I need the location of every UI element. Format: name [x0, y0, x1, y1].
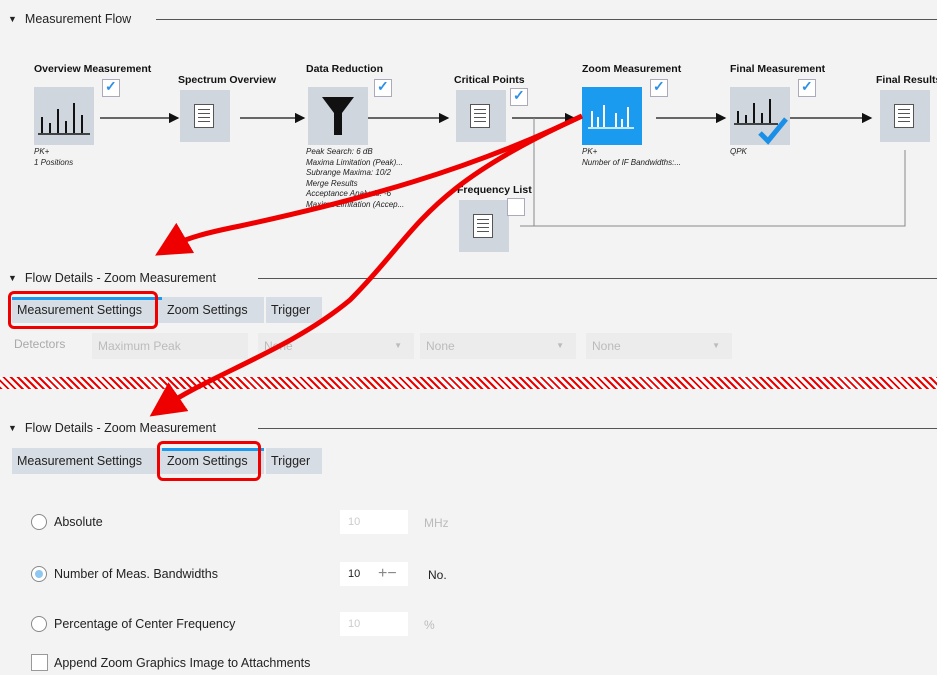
include-checkbox[interactable]	[650, 78, 668, 97]
node-data-reduction[interactable]: Data Reduction Peak Search: 6 dB Maxima …	[306, 63, 404, 209]
document-icon-tile[interactable]	[880, 90, 930, 142]
include-checkbox[interactable]	[374, 78, 392, 97]
absolute-label: Absolute	[54, 515, 103, 529]
node-final-results[interactable]: Final Results	[876, 74, 937, 142]
node-title: Critical Points	[454, 74, 525, 86]
node-description: PK+ Number of IF Bandwidths:...	[582, 147, 682, 167]
percentage-radio[interactable]	[31, 616, 47, 632]
node-description: Peak Search: 6 dB Maxima Limitation (Pea…	[306, 147, 405, 209]
highlight-measurement-settings	[8, 291, 158, 329]
detectors-label: Detectors	[14, 337, 66, 351]
meas-bandwidths-unit: No.	[428, 568, 447, 582]
meas-bandwidths-input[interactable]: 10 +−	[340, 562, 408, 586]
include-checkbox[interactable]	[798, 78, 816, 97]
percentage-label: Percentage of Center Frequency	[54, 617, 236, 631]
node-frequency-list[interactable]: Frequency List	[457, 184, 537, 252]
absolute-value-input[interactable]: 10	[340, 510, 408, 534]
include-checkbox[interactable]	[510, 87, 528, 106]
bar-chart-icon[interactable]	[582, 87, 642, 145]
flow-details-title: Flow Details - Zoom Measurement	[24, 271, 216, 285]
node-title: Final Results	[876, 74, 937, 86]
stepper-icon[interactable]: +−	[378, 562, 397, 586]
highlight-zoom-settings	[157, 441, 261, 481]
document-icon	[894, 104, 914, 128]
include-checkbox[interactable]	[507, 198, 525, 216]
node-title: Data Reduction	[306, 63, 384, 75]
node-title: Final Measurement	[730, 63, 826, 75]
detector-select-2[interactable]: None ▼	[258, 333, 414, 359]
detector-select-1[interactable]: Maximum Peak	[92, 333, 248, 359]
chevron-down-icon: ▼	[556, 341, 564, 350]
bar-chart-check-icon[interactable]	[730, 87, 790, 145]
collapse-triangle-icon[interactable]: ▼	[8, 273, 17, 283]
filter-funnel-icon[interactable]	[308, 87, 368, 145]
node-critical-points[interactable]: Critical Points	[454, 74, 534, 142]
meas-bandwidths-radio[interactable]	[31, 566, 47, 582]
append-label: Append Zoom Graphics Image to Attachment…	[54, 656, 311, 670]
tab-zoom-settings[interactable]: Zoom Settings	[162, 297, 264, 323]
node-overview-measurement[interactable]: Overview Measurement PK+1 Positions	[34, 63, 152, 167]
flow-details-header[interactable]: ▼ Flow Details - Zoom Measurement	[8, 270, 216, 286]
document-icon	[470, 104, 490, 128]
append-checkbox[interactable]	[31, 654, 48, 671]
flow-details-title: Flow Details - Zoom Measurement	[24, 421, 216, 435]
tab-measurement-settings[interactable]: Measurement Settings	[12, 448, 163, 474]
node-description: PK+ 1 Positions	[34, 147, 74, 167]
node-description: QPK	[730, 147, 747, 156]
detector-select-3[interactable]: None ▼	[420, 333, 576, 359]
node-title: Zoom Measurement	[582, 63, 682, 75]
document-icon-tile[interactable]	[456, 90, 506, 142]
collapse-triangle-icon[interactable]: ▼	[8, 423, 17, 433]
node-title: Overview Measurement	[34, 63, 152, 75]
absolute-unit: MHz	[424, 516, 449, 530]
absolute-radio[interactable]	[31, 514, 47, 530]
document-icon-tile[interactable]	[180, 90, 230, 142]
flow-details-header[interactable]: ▼ Flow Details - Zoom Measurement	[8, 420, 216, 436]
document-icon	[194, 104, 214, 128]
divider	[258, 428, 937, 429]
percentage-unit: %	[424, 618, 435, 632]
node-final-measurement[interactable]: Final Measurement QPK	[730, 63, 826, 156]
node-spectrum-overview[interactable]: Spectrum Overview	[178, 74, 277, 142]
tab-trigger[interactable]: Trigger	[266, 448, 322, 474]
separator-hatch	[0, 377, 937, 389]
bar-chart-icon[interactable]	[34, 87, 94, 145]
divider	[258, 278, 937, 279]
node-title: Spectrum Overview	[178, 74, 277, 86]
node-title: Frequency List	[457, 184, 532, 196]
percentage-input[interactable]: 10	[340, 612, 408, 636]
document-icon-tile[interactable]	[459, 200, 509, 252]
node-zoom-measurement[interactable]: Zoom Measurement PK+Number of IF Bandwid…	[582, 63, 682, 167]
chevron-down-icon: ▼	[712, 341, 720, 350]
detector-select-4[interactable]: None ▼	[586, 333, 732, 359]
document-icon	[473, 214, 493, 238]
tab-trigger[interactable]: Trigger	[266, 297, 322, 323]
meas-bandwidths-label: Number of Meas. Bandwidths	[54, 567, 218, 581]
include-checkbox[interactable]	[102, 78, 120, 97]
chevron-down-icon: ▼	[394, 341, 402, 350]
